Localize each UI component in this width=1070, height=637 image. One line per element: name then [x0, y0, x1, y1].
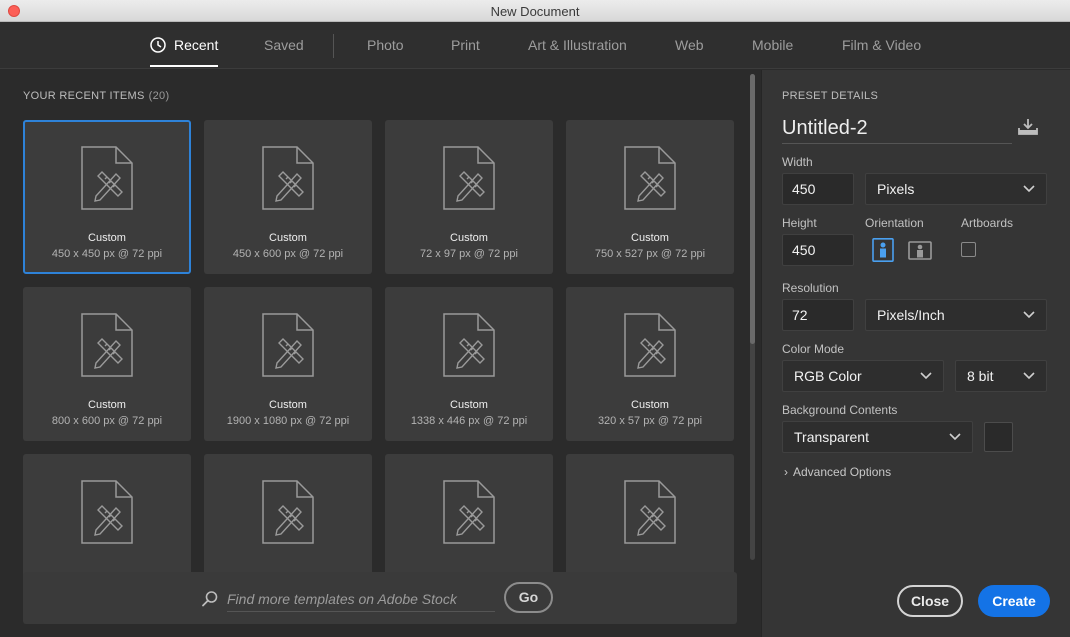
recent-items-heading: YOUR RECENT ITEMS (20) — [23, 90, 169, 102]
tab-mobile[interactable]: Mobile — [752, 37, 793, 53]
save-preset-icon[interactable] — [1017, 118, 1039, 136]
go-button[interactable]: Go — [504, 582, 553, 613]
recent-item-name: Custom — [450, 399, 488, 411]
background-contents-select[interactable]: Transparent — [782, 421, 973, 453]
recent-items-panel: YOUR RECENT ITEMS (20) Custom 450 x 450 px… — [0, 70, 760, 637]
preset-details-heading: PRESET DETAILS — [782, 90, 879, 102]
recent-item-size: 320 x 57 px @ 72 ppi — [597, 415, 703, 427]
document-icon — [262, 313, 314, 377]
recent-item-size: 72 x 97 px @ 72 ppi — [419, 248, 518, 260]
orientation-label: Orientation — [865, 216, 924, 230]
recent-item-name: Custom — [88, 399, 126, 411]
chevron-down-icon — [1023, 372, 1035, 380]
height-label: Height — [782, 216, 817, 230]
tab-film-video[interactable]: Film & Video — [842, 37, 921, 53]
chevron-down-icon — [1023, 185, 1035, 193]
recent-item-card[interactable]: Custom 800 x 600 px @ 72 ppi — [23, 287, 191, 441]
active-tab-indicator — [150, 65, 219, 67]
height-input[interactable]: 450 — [782, 234, 854, 266]
create-button[interactable]: Create — [978, 585, 1050, 617]
document-icon — [624, 480, 676, 544]
tab-print[interactable]: Print — [451, 37, 480, 53]
scrollbar[interactable] — [750, 74, 755, 560]
recent-item-card[interactable]: Custom 1900 x 1080 px @ 72 ppi — [204, 287, 372, 441]
tab-photo[interactable]: Photo — [367, 37, 404, 53]
recent-item-card[interactable]: Custom 320 x 57 px @ 72 ppi — [566, 287, 734, 441]
document-icon — [262, 146, 314, 210]
tab-web[interactable]: Web — [675, 37, 704, 53]
recent-item-name: Custom — [88, 232, 126, 244]
chevron-right-icon: › — [784, 465, 788, 479]
document-icon — [81, 313, 133, 377]
close-button[interactable]: Close — [897, 585, 963, 617]
document-icon — [81, 146, 133, 210]
tab-divider — [333, 34, 334, 58]
chevron-down-icon — [1023, 311, 1035, 319]
document-icon — [443, 313, 495, 377]
recent-item-name: Custom — [631, 399, 669, 411]
search-icon — [202, 591, 218, 607]
color-mode-value: RGB Color — [794, 368, 862, 384]
recent-items-title: YOUR RECENT ITEMS — [23, 90, 145, 102]
recent-item-card[interactable]: Custom 450 x 450 px @ 72 ppi — [23, 120, 191, 274]
document-name-field[interactable]: Untitled-2 — [782, 114, 1012, 144]
document-icon — [81, 480, 133, 544]
color-mode-label: Color Mode — [782, 342, 845, 356]
recent-item-name: Custom — [269, 399, 307, 411]
recent-item-size: 450 x 600 px @ 72 ppi — [232, 248, 344, 260]
recent-item-size: 750 x 527 px @ 72 ppi — [594, 248, 706, 260]
background-contents-value: Transparent — [794, 429, 869, 445]
landscape-orientation-icon[interactable] — [908, 238, 932, 262]
recent-item-card[interactable]: Custom 750 x 527 px @ 72 ppi — [566, 120, 734, 274]
tab-label: Recent — [174, 37, 219, 53]
document-icon — [443, 480, 495, 544]
window-titlebar: New Document — [0, 0, 1070, 22]
artboards-checkbox[interactable] — [961, 242, 976, 257]
document-icon — [624, 146, 676, 210]
advanced-options-label: Advanced Options — [793, 465, 892, 479]
recent-item-card[interactable]: Custom 450 x 600 px @ 72 ppi — [204, 120, 372, 274]
chevron-down-icon — [920, 372, 932, 380]
advanced-options-toggle[interactable]: › Advanced Options — [784, 465, 891, 479]
chevron-down-icon — [949, 433, 961, 441]
stock-search-bar: Go — [23, 572, 737, 624]
resolution-label: Resolution — [782, 281, 839, 295]
recent-item-name: Custom — [269, 232, 307, 244]
width-unit-value: Pixels — [877, 181, 915, 197]
preset-details-panel: PRESET DETAILS Untitled-2 Width 450 Pixe… — [761, 70, 1070, 637]
portrait-orientation-icon[interactable] — [871, 238, 895, 262]
tab-saved[interactable]: Saved — [264, 37, 304, 53]
tab-art-illustration[interactable]: Art & Illustration — [528, 37, 627, 53]
color-mode-select[interactable]: RGB Color — [782, 360, 944, 392]
tab-recent[interactable]: Recent — [150, 37, 219, 67]
resolution-input[interactable]: 72 — [782, 299, 854, 331]
category-tabs: Recent Saved Photo Print Art & Illustrat… — [0, 22, 1070, 69]
width-input[interactable]: 450 — [782, 173, 854, 205]
bit-depth-select[interactable]: 8 bit — [955, 360, 1047, 392]
recent-item-size: 450 x 450 px @ 72 ppi — [51, 248, 163, 260]
recent-item-size: 1338 x 446 px @ 72 ppi — [410, 415, 528, 427]
recent-items-count: (20) — [148, 90, 170, 102]
clock-icon — [150, 37, 166, 53]
document-icon — [262, 480, 314, 544]
resolution-unit-select[interactable]: Pixels/Inch — [865, 299, 1047, 331]
recent-item-name: Custom — [631, 232, 669, 244]
recent-item-name: Custom — [450, 232, 488, 244]
resolution-unit-value: Pixels/Inch — [877, 307, 945, 323]
stock-search-input[interactable] — [227, 586, 495, 612]
bit-depth-value: 8 bit — [967, 368, 994, 384]
recent-item-card[interactable]: Custom 72 x 97 px @ 72 ppi — [385, 120, 553, 274]
background-contents-label: Background Contents — [782, 403, 898, 417]
width-unit-select[interactable]: Pixels — [865, 173, 1047, 205]
document-icon — [624, 313, 676, 377]
background-color-swatch[interactable] — [984, 422, 1013, 452]
width-label: Width — [782, 155, 813, 169]
recent-item-size: 800 x 600 px @ 72 ppi — [51, 415, 163, 427]
document-icon — [443, 146, 495, 210]
window-title: New Document — [490, 4, 580, 19]
recent-item-card[interactable]: Custom 1338 x 446 px @ 72 ppi — [385, 287, 553, 441]
artboards-label: Artboards — [961, 216, 1014, 230]
recent-item-size: 1900 x 1080 px @ 72 ppi — [226, 415, 350, 427]
scrollbar-thumb[interactable] — [750, 74, 755, 344]
